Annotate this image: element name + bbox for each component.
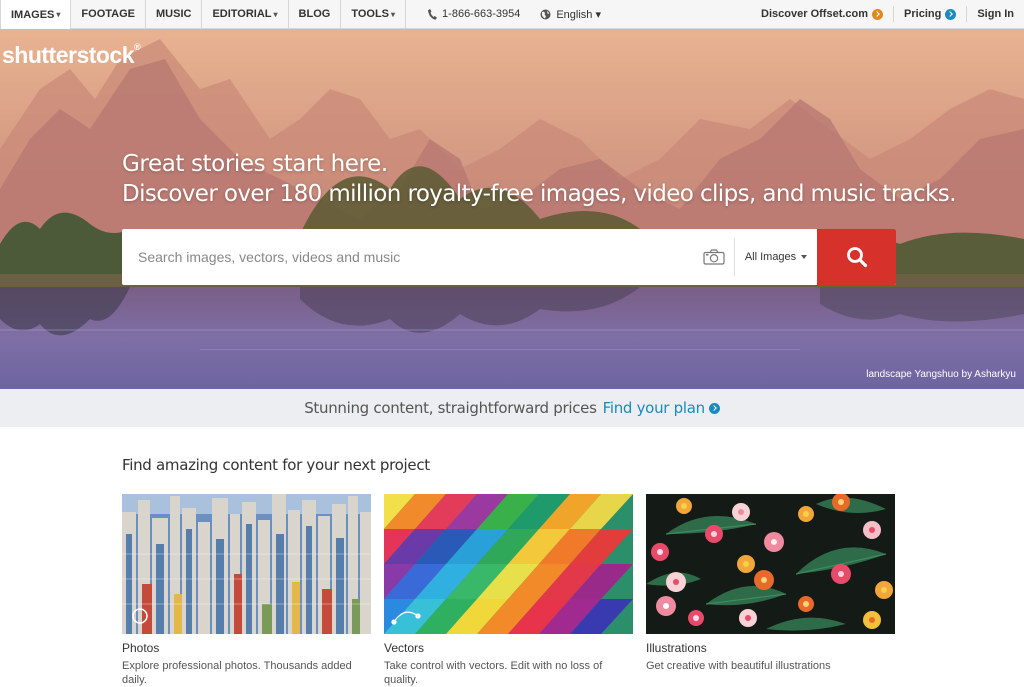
card-illustrations-title: Illustrations (646, 641, 707, 655)
image-credit[interactable]: landscape Yangshuo by Asharkyu (866, 369, 1016, 380)
find-plan-label: Find your plan (602, 399, 705, 417)
language-selector[interactable]: English ▾ (530, 8, 611, 21)
card-vectors-description: Take control with vectors. Edit with no … (384, 660, 603, 686)
illustrations-thumbnail (646, 494, 895, 634)
nav-editorial-label: EDITORIAL (212, 8, 272, 20)
search-icon (846, 247, 867, 268)
nav-images[interactable]: IMAGES ▾ (0, 0, 72, 30)
find-plan-link[interactable]: Find your plan (603, 399, 720, 417)
card-photos[interactable]: Photos Explore professional photos. Thou… (122, 494, 371, 687)
search-bar: All Images (122, 229, 896, 285)
nav-images-label: IMAGES (11, 8, 55, 21)
nav-tools[interactable]: TOOLS ▾ (341, 0, 407, 29)
arrow-right-circle-icon (872, 8, 884, 20)
image-type-value: All Images (744, 251, 797, 263)
nav-footage-label: FOOTAGE (81, 8, 135, 20)
nav-music[interactable]: MUSIC (146, 0, 203, 29)
nav-footage[interactable]: FOOTAGE (71, 0, 146, 29)
section-title: Find amazing content for your next proje… (122, 456, 430, 474)
nav-blog-label: BLOG (298, 8, 331, 20)
card-illustrations-description: Get creative with beautiful illustration… (646, 660, 831, 672)
card-vectors-title: Vectors (384, 641, 425, 655)
image-type-select[interactable]: All Images (735, 229, 817, 285)
nav-tools-label: TOOLS (351, 8, 390, 20)
hero-subheadline: Discover over 180 million royalty-free i… (122, 181, 957, 207)
chevron-down-icon: ▾ (273, 9, 278, 19)
nav-blog[interactable]: BLOG (289, 0, 342, 29)
pricing-link[interactable]: Pricing (893, 6, 966, 22)
phone-icon (428, 8, 438, 20)
phone-label: 1-866-663-3954 (442, 8, 521, 20)
nav-right-group: Discover Offset.com Pricing Sign In (751, 0, 1024, 29)
logo-registered-mark: ® (134, 42, 141, 52)
vectors-thumbnail (384, 494, 633, 634)
arrow-right-circle-icon (708, 402, 720, 414)
sign-in-label: Sign In (977, 8, 1014, 20)
hero-banner: shutterstock® Great stories start here. … (0, 29, 1024, 389)
phone-number[interactable]: 1-866-663-3954 (418, 8, 530, 20)
camera-icon[interactable] (694, 229, 734, 285)
discover-offset-link[interactable]: Discover Offset.com (751, 6, 893, 22)
card-vectors[interactable]: Vectors Take control with vectors. Edit … (384, 494, 633, 687)
chevron-down-icon: ▾ (391, 9, 396, 19)
photos-thumbnail (122, 494, 371, 634)
pricing-banner: Stunning content, straightforward prices… (0, 389, 1024, 427)
pricing-banner-text: Stunning content, straightforward prices (304, 399, 597, 417)
top-navigation: IMAGES ▾ FOOTAGE MUSIC EDITORIAL ▾ BLOG TO… (0, 0, 1024, 30)
pricing-label: Pricing (904, 8, 942, 20)
discover-offset-label: Discover Offset.com (761, 8, 869, 20)
logo-text: shutterstock (2, 42, 135, 68)
card-photos-description: Explore professional photos. Thousands a… (122, 660, 352, 686)
card-illustrations[interactable]: Illustrations Get creative with beautifu… (646, 494, 895, 673)
sign-in-link[interactable]: Sign In (966, 6, 1024, 22)
hero-headline: Great stories start here. (122, 151, 388, 177)
hero-background-image (0, 29, 1024, 389)
search-input[interactable] (122, 229, 694, 285)
shutterstock-logo[interactable]: shutterstock® (2, 42, 141, 69)
chevron-down-icon (801, 255, 808, 259)
globe-icon (540, 9, 551, 19)
arrow-right-circle-icon (945, 8, 957, 20)
search-button[interactable] (817, 229, 896, 285)
nav-music-label: MUSIC (156, 8, 192, 20)
chevron-down-icon: ▾ (56, 10, 61, 19)
nav-editorial[interactable]: EDITORIAL ▾ (202, 0, 289, 29)
card-photos-title: Photos (122, 641, 160, 655)
language-label: English ▾ (556, 8, 601, 21)
